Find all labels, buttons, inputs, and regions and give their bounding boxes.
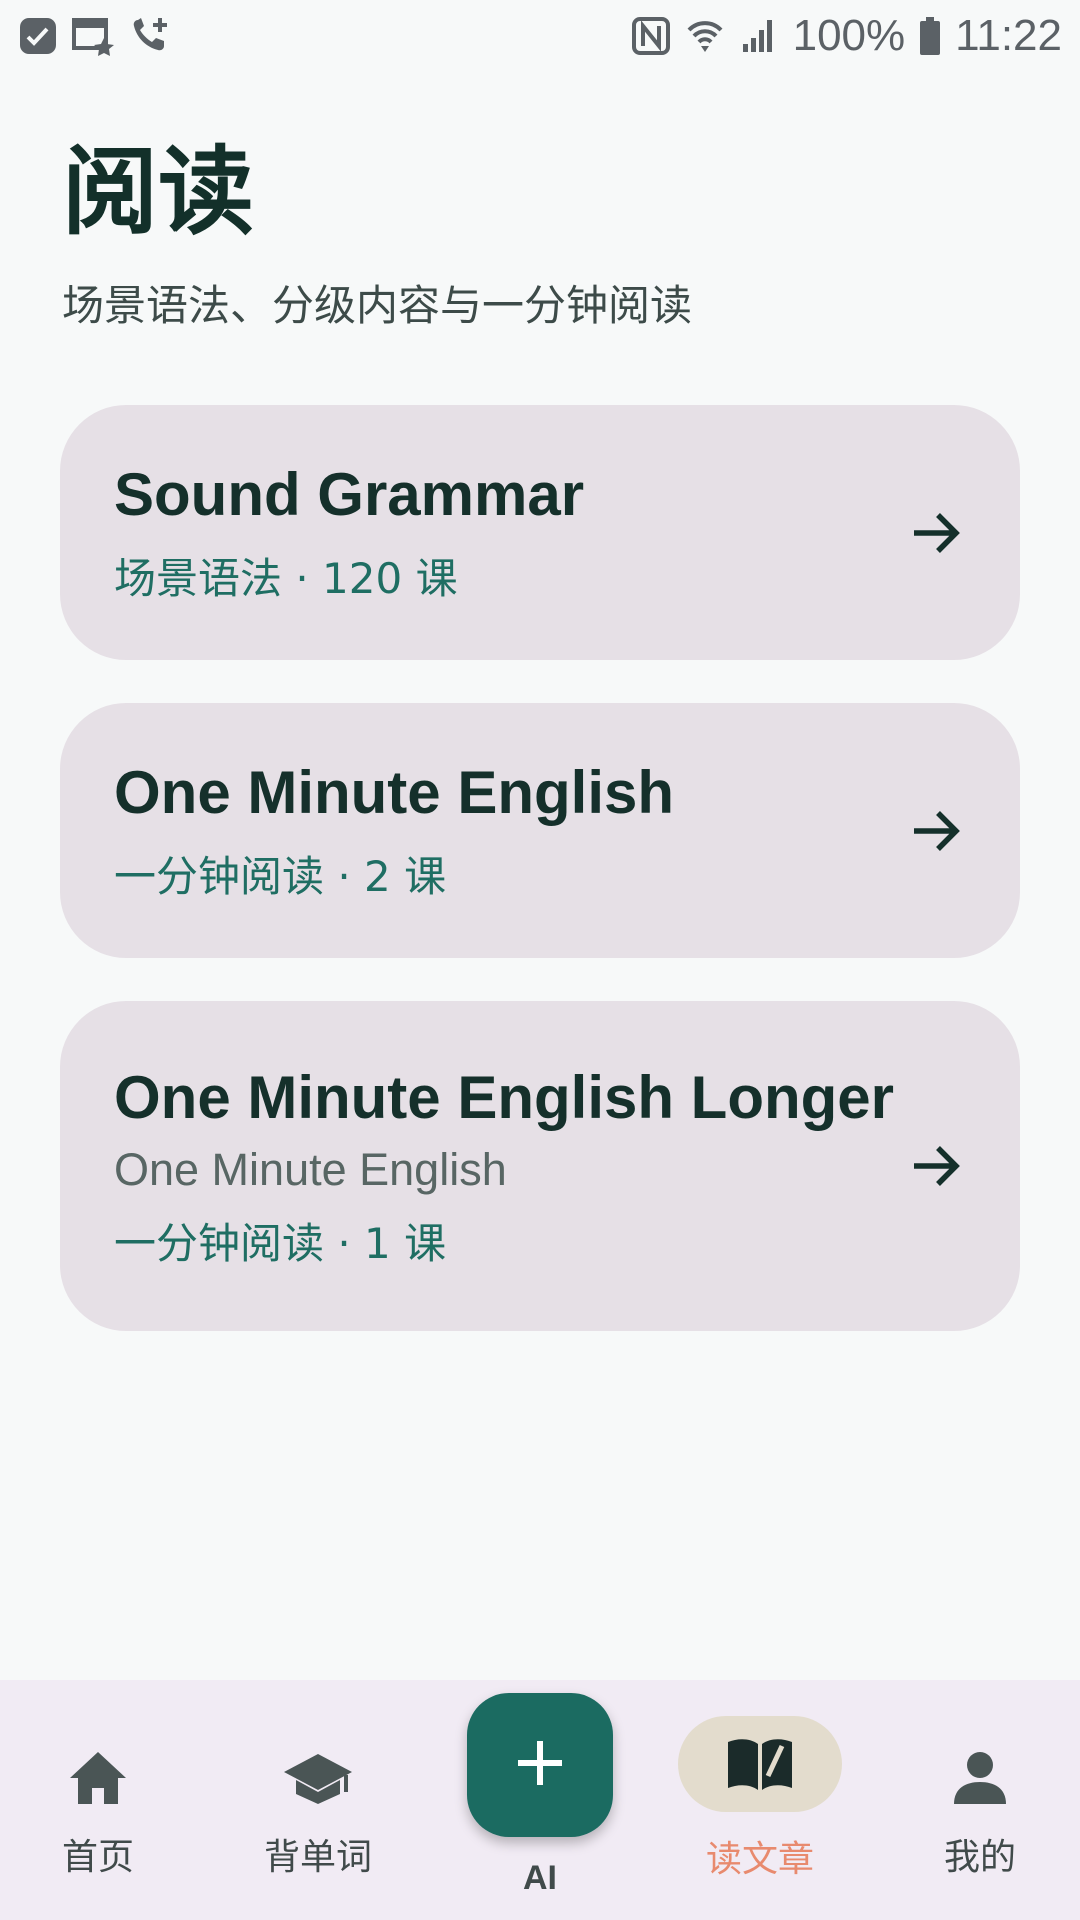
nav-item-home[interactable]: 首页 xyxy=(8,1680,188,1920)
nfc-icon xyxy=(631,16,671,56)
battery-percent: 100% xyxy=(792,11,906,60)
ai-fab-button[interactable] xyxy=(467,1693,613,1837)
call-forward-icon xyxy=(130,14,174,58)
card-one-minute-english-longer[interactable]: One Minute English Longer One Minute Eng… xyxy=(60,1001,1020,1331)
card-meta: 场景语法 · 120 课 xyxy=(114,554,458,603)
nav-item-vocabulary[interactable]: 背单词 xyxy=(228,1680,408,1920)
card-one-minute-english[interactable]: One Minute English 一分钟阅读 · 2 课 xyxy=(60,703,1020,958)
home-icon xyxy=(48,1740,148,1816)
card-text: One Minute English Longer One Minute Eng… xyxy=(114,1062,894,1271)
nav-item-me[interactable]: 我的 xyxy=(890,1680,1070,1920)
nav-label: 我的 xyxy=(943,1837,1016,1878)
nav-label: 读文章 xyxy=(705,1839,814,1880)
card-subtitle: One Minute English xyxy=(114,1143,507,1195)
card-title: Sound Grammar xyxy=(114,461,585,528)
arrow-right-icon xyxy=(908,505,964,561)
page-title: 阅读 xyxy=(62,136,254,248)
signal-icon xyxy=(739,16,779,56)
card-meta: 一分钟阅读 · 2 课 xyxy=(114,852,447,901)
page-subtitle: 场景语法、分级内容与一分钟阅读 xyxy=(62,281,693,330)
battery-icon xyxy=(919,16,941,56)
plus-icon xyxy=(514,1737,566,1793)
card-title: One Minute English Longer xyxy=(114,1063,894,1131)
nav-label: AI xyxy=(523,1859,557,1897)
graduation-cap-icon xyxy=(268,1740,368,1816)
nav-item-read-articles[interactable]: 读文章 xyxy=(670,1680,850,1920)
wifi-icon xyxy=(685,16,725,56)
reading-screen: 100% 11:22 阅读 场景语法、分级内容与一分钟阅读 Sound Gram… xyxy=(0,0,1080,1920)
card-title: One Minute English xyxy=(114,759,675,826)
arrow-right-icon xyxy=(908,803,964,859)
card-sound-grammar[interactable]: Sound Grammar 场景语法 · 120 课 xyxy=(60,405,1020,660)
card-meta: 一分钟阅读 · 1 课 xyxy=(114,1218,447,1268)
calendar-star-icon xyxy=(72,16,116,56)
arrow-right-icon xyxy=(908,1138,964,1194)
app-notification-icon xyxy=(18,16,58,56)
status-system: 100% 11:22 xyxy=(631,11,1062,61)
person-icon xyxy=(930,1740,1030,1816)
card-text: One Minute English 一分钟阅读 · 2 课 xyxy=(114,757,674,904)
nav-label: 背单词 xyxy=(263,1837,372,1878)
clock-time: 11:22 xyxy=(955,11,1062,60)
nav-label: 首页 xyxy=(61,1837,134,1878)
book-icon xyxy=(678,1716,842,1812)
nav-item-ai: AI xyxy=(467,1693,613,1898)
card-text: Sound Grammar 场景语法 · 120 课 xyxy=(114,459,584,606)
status-notifications xyxy=(18,14,174,58)
status-bar: 100% 11:22 xyxy=(0,0,1080,72)
